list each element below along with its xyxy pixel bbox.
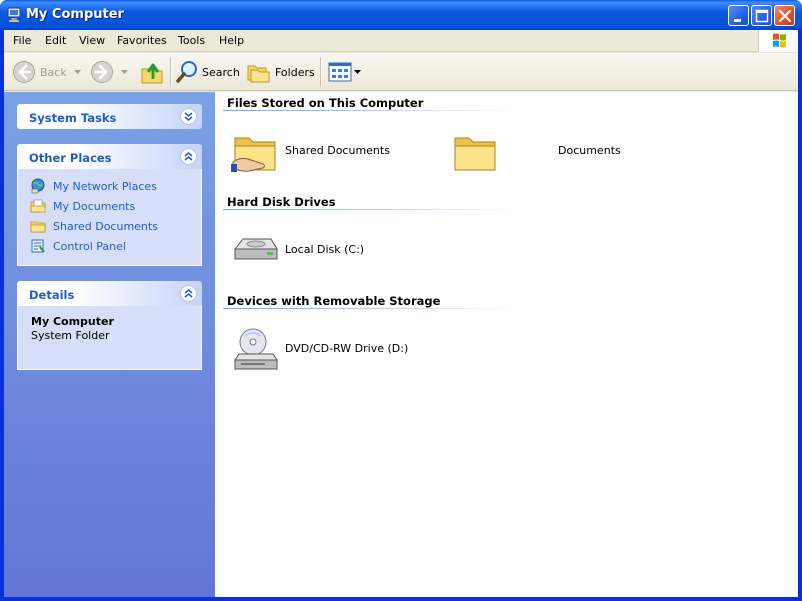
chevron-down-icon [184, 112, 193, 121]
details-type: System Folder [31, 329, 110, 342]
views-icon [328, 62, 352, 82]
content-pane: Files Stored on This Computer Shared Doc… [215, 92, 798, 597]
back-label: Back [40, 66, 67, 79]
chevron-up-icon [184, 289, 193, 298]
chevron-up-icon [184, 152, 193, 161]
maximize-button[interactable] [751, 5, 772, 26]
item-documents[interactable]: Documents [451, 128, 651, 178]
group-divider [223, 308, 513, 309]
back-button[interactable]: Back [12, 53, 84, 91]
toolbar-separator [170, 57, 171, 87]
details-title: Details [29, 288, 75, 302]
views-button[interactable] [326, 53, 362, 91]
details-body: My Computer System Folder [17, 306, 202, 370]
windows-flag-icon [773, 33, 786, 48]
group-divider [223, 209, 513, 210]
folder-icon [454, 137, 496, 171]
windows-logo [758, 30, 798, 52]
network-places-icon [31, 178, 45, 194]
item-label: Shared Documents [285, 144, 390, 157]
menu-tools[interactable]: Tools [178, 34, 205, 47]
minimize-icon [734, 19, 741, 22]
other-place-label: Shared Documents [53, 220, 158, 233]
other-places-panel: Other Places My Network Places My Docume… [17, 144, 202, 266]
other-places-title: Other Places [29, 151, 112, 165]
forward-arrow-icon [91, 61, 113, 83]
forward-dropdown-icon [121, 70, 128, 74]
close-button[interactable] [774, 5, 795, 26]
details-header[interactable]: Details [17, 281, 202, 306]
other-places-list: My Network Places My Documents Shared Do… [17, 169, 202, 266]
forward-button[interactable] [90, 53, 132, 91]
window-client: File Edit View Favorites Tools Help Back… [4, 30, 798, 597]
shared-folder-icon [231, 137, 276, 172]
menu-favorites[interactable]: Favorites [117, 34, 167, 47]
other-places-header[interactable]: Other Places [17, 144, 202, 169]
hard-disk-icon [233, 238, 278, 260]
group-title-removable: Devices with Removable Storage [227, 294, 441, 308]
task-pane: System Tasks Other Places My Network Pla… [4, 92, 215, 597]
folder-icon [30, 221, 46, 233]
group-title-files: Files Stored on This Computer [227, 96, 424, 110]
toolbar: Back Search Folders [4, 53, 798, 91]
other-place-label: Control Panel [53, 240, 126, 253]
item-shared-documents[interactable]: Shared Documents [231, 128, 411, 178]
other-place-label: My Network Places [53, 180, 157, 193]
menu-bar: File Edit View Favorites Tools Help [4, 30, 798, 52]
search-icon [176, 61, 197, 83]
details-panel: Details My Computer System Folder [17, 281, 202, 370]
search-label: Search [202, 66, 240, 79]
back-dropdown-icon [74, 70, 81, 74]
menu-edit[interactable]: Edit [45, 34, 66, 47]
other-place-shared-documents[interactable]: Shared Documents [18, 217, 201, 237]
menu-file[interactable]: File [13, 34, 31, 47]
item-label: DVD/CD-RW Drive (D:) [285, 342, 409, 355]
toolbar-separator [320, 57, 321, 87]
system-tasks-header[interactable]: System Tasks [17, 104, 202, 129]
window-title: My Computer [26, 7, 124, 22]
other-place-my-documents[interactable]: My Documents [18, 197, 201, 217]
item-label: Documents [558, 144, 621, 157]
details-name: My Computer [31, 315, 114, 328]
folders-icon [247, 65, 270, 83]
expand-button[interactable] [180, 108, 197, 125]
close-icon [778, 9, 792, 23]
system-tasks-panel: System Tasks [17, 104, 202, 129]
minimize-button[interactable] [728, 5, 749, 26]
group-title-hard-disks: Hard Disk Drives [227, 195, 336, 209]
menu-view[interactable]: View [79, 34, 105, 47]
cd-drive-icon [234, 328, 278, 370]
search-button[interactable]: Search [175, 53, 240, 91]
item-label: Local Disk (C:) [285, 243, 365, 256]
explorer-window: My Computer File Edit View Favorites Too… [0, 0, 802, 601]
system-tasks-title: System Tasks [29, 111, 117, 125]
title-bar[interactable]: My Computer [0, 0, 802, 30]
other-place-control-panel[interactable]: Control Panel [18, 237, 201, 257]
folders-label: Folders [275, 66, 315, 79]
item-dvd-drive-d[interactable]: DVD/CD-RW Drive (D:) [231, 326, 431, 376]
collapse-button[interactable] [180, 148, 197, 165]
up-folder-button[interactable] [138, 53, 166, 91]
control-panel-icon [31, 239, 45, 253]
up-folder-icon [141, 63, 163, 84]
my-documents-icon [30, 199, 46, 213]
item-local-disk-c[interactable]: Local Disk (C:) [231, 227, 411, 277]
group-divider [223, 110, 513, 111]
my-computer-icon [7, 7, 21, 23]
other-place-network[interactable]: My Network Places [18, 177, 201, 197]
maximize-icon [755, 9, 769, 23]
menu-help[interactable]: Help [219, 34, 244, 47]
folders-button[interactable]: Folders [247, 53, 315, 91]
views-dropdown-icon [354, 70, 361, 74]
collapse-button[interactable] [180, 285, 197, 302]
back-arrow-icon [13, 61, 35, 83]
other-place-label: My Documents [53, 200, 136, 213]
